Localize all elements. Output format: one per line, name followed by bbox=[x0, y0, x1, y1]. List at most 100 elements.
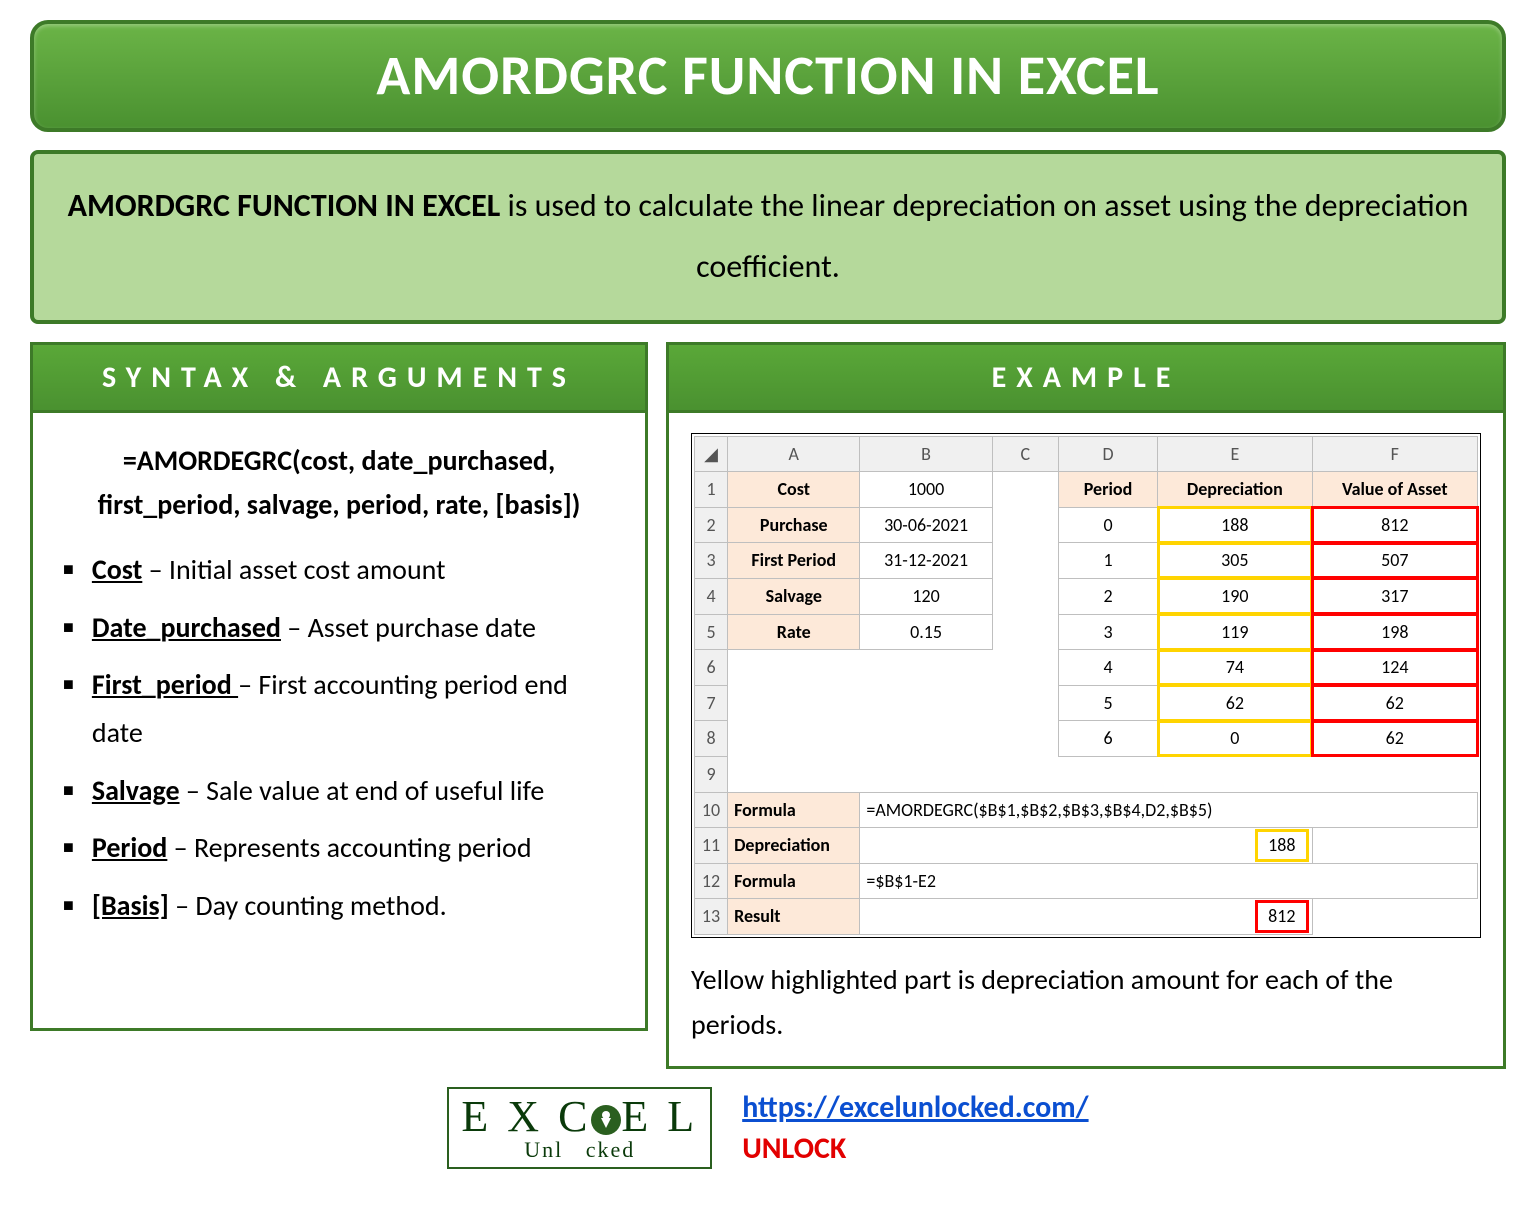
cell: 812 bbox=[860, 899, 1312, 935]
cell: Value of Asset bbox=[1312, 472, 1477, 508]
table-row: 4 Salvage 120 2 190 317 bbox=[695, 578, 1478, 614]
arg-term: Cost bbox=[92, 552, 142, 587]
cell bbox=[992, 650, 1058, 686]
col-header: A bbox=[728, 436, 860, 472]
arg-desc: – Day counting method. bbox=[169, 888, 447, 923]
cell: Depreciation bbox=[1158, 472, 1312, 508]
cell: First Period bbox=[728, 543, 860, 579]
table-row: 5 Rate 0.15 3 119 198 bbox=[695, 614, 1478, 650]
row-header: 10 bbox=[695, 792, 728, 828]
table-row: 8 6 0 62 bbox=[695, 721, 1478, 757]
col-header: C bbox=[992, 436, 1058, 472]
cell: 1 bbox=[1058, 543, 1157, 579]
cell bbox=[992, 721, 1058, 757]
example-note: Yellow highlighted part is depreciation … bbox=[691, 958, 1481, 1048]
page-title: AMORDGRC FUNCTION IN EXCEL bbox=[30, 20, 1506, 132]
cell: Formula bbox=[728, 792, 860, 828]
cell: 317 bbox=[1312, 578, 1477, 614]
row-header: 3 bbox=[695, 543, 728, 579]
result-value: 812 bbox=[1256, 901, 1307, 932]
table-row: 12 Formula =$B$1-E2 bbox=[695, 863, 1478, 899]
row-header: 13 bbox=[695, 899, 728, 935]
table-row: 11 Depreciation 188 bbox=[695, 828, 1478, 864]
cell: Formula bbox=[728, 863, 860, 899]
example-header: EXAMPLE bbox=[666, 342, 1506, 413]
cell: 5 bbox=[1058, 685, 1157, 721]
cell bbox=[728, 721, 860, 757]
bullet-icon: ■ bbox=[63, 554, 74, 585]
row-header: 8 bbox=[695, 721, 728, 757]
cell bbox=[860, 650, 992, 686]
arg-desc: – Represents accounting period bbox=[167, 830, 531, 865]
cell bbox=[992, 578, 1058, 614]
cell: 74 bbox=[1158, 650, 1312, 686]
bullet-icon: ■ bbox=[63, 775, 74, 806]
cell bbox=[992, 614, 1058, 650]
cell: 198 bbox=[1312, 614, 1477, 650]
cell: 190 bbox=[1158, 578, 1312, 614]
arg-term: Date_purchased bbox=[92, 610, 281, 645]
table-row: 1 Cost 1000 Period Depreciation Value of… bbox=[695, 472, 1478, 508]
table-row: 2 Purchase 30-06-2021 0 188 812 bbox=[695, 507, 1478, 543]
cell: 124 bbox=[1312, 650, 1477, 686]
bullet-icon: ■ bbox=[63, 612, 74, 643]
cell bbox=[1312, 899, 1477, 935]
row-header: 5 bbox=[695, 614, 728, 650]
row-header: 2 bbox=[695, 507, 728, 543]
spreadsheet: ◢ A B C D E F 1 Cost 1000 Period bbox=[691, 433, 1481, 938]
cell: 120 bbox=[860, 578, 992, 614]
cell bbox=[992, 472, 1058, 508]
bullet-icon: ■ bbox=[63, 832, 74, 863]
row-header: 4 bbox=[695, 578, 728, 614]
description-box: AMORDGRC FUNCTION IN EXCEL is used to ca… bbox=[30, 150, 1506, 324]
cell: Purchase bbox=[728, 507, 860, 543]
cell: 119 bbox=[1158, 614, 1312, 650]
row-header: 7 bbox=[695, 685, 728, 721]
table-row: ◢ A B C D E F bbox=[695, 436, 1478, 472]
sheet-table: ◢ A B C D E F 1 Cost 1000 Period bbox=[694, 436, 1478, 935]
col-header: E bbox=[1158, 436, 1312, 472]
list-item: ■ Cost – Initial asset cost amount bbox=[63, 546, 623, 594]
cell bbox=[992, 507, 1058, 543]
cell: 2 bbox=[1058, 578, 1157, 614]
footer: E X CE L Unl cked https://excelunlocked.… bbox=[30, 1087, 1506, 1169]
arg-desc: – Asset purchase date bbox=[281, 610, 536, 645]
cell: 305 bbox=[1158, 543, 1312, 579]
cell: =$B$1-E2 bbox=[860, 863, 1478, 899]
arg-term: Period bbox=[92, 830, 167, 865]
arg-desc: – Initial asset cost amount bbox=[142, 552, 445, 587]
cell: 812 bbox=[1312, 507, 1477, 543]
cell: 30-06-2021 bbox=[860, 507, 992, 543]
dep-result: 188 bbox=[1256, 830, 1307, 861]
cell: Rate bbox=[728, 614, 860, 650]
cell: 62 bbox=[1312, 685, 1477, 721]
cell: 31-12-2021 bbox=[860, 543, 992, 579]
row-header: 6 bbox=[695, 650, 728, 686]
arg-term: First_period bbox=[92, 667, 238, 702]
website-link[interactable]: https://excelunlocked.com/ bbox=[742, 1089, 1088, 1126]
list-item: ■[Basis] – Day counting method. bbox=[63, 882, 623, 930]
syntax-formula: =AMORDEGRC(cost, date_purchased, first_p… bbox=[55, 433, 623, 547]
logo-line2: Unl cked bbox=[461, 1139, 698, 1161]
description-bold: AMORDGRC FUNCTION IN EXCEL bbox=[68, 186, 501, 225]
arg-term: [Basis] bbox=[92, 888, 169, 923]
table-row: 6 4 74 124 bbox=[695, 650, 1478, 686]
cell: 188 bbox=[1158, 507, 1312, 543]
arg-term: Salvage bbox=[92, 773, 180, 808]
footer-links: https://excelunlocked.com/ UNLOCK bbox=[742, 1089, 1088, 1167]
cell: 62 bbox=[1158, 685, 1312, 721]
cell: 6 bbox=[1058, 721, 1157, 757]
col-header: F bbox=[1312, 436, 1477, 472]
cell: Salvage bbox=[728, 578, 860, 614]
list-item: ■First_period – First accounting period … bbox=[63, 661, 623, 756]
example-section: EXAMPLE ◢ A B C D E F bbox=[666, 342, 1506, 1069]
cell: 4 bbox=[1058, 650, 1157, 686]
row-header: 11 bbox=[695, 828, 728, 864]
logo: E X CE L Unl cked bbox=[447, 1087, 712, 1169]
syntax-header: SYNTAX & ARGUMENTS bbox=[30, 342, 648, 413]
cell: 507 bbox=[1312, 543, 1477, 579]
logo-line1: E X CE L bbox=[461, 1095, 698, 1139]
row-header: 9 bbox=[695, 756, 728, 792]
cell bbox=[728, 685, 860, 721]
keyhole-icon bbox=[591, 1105, 621, 1135]
